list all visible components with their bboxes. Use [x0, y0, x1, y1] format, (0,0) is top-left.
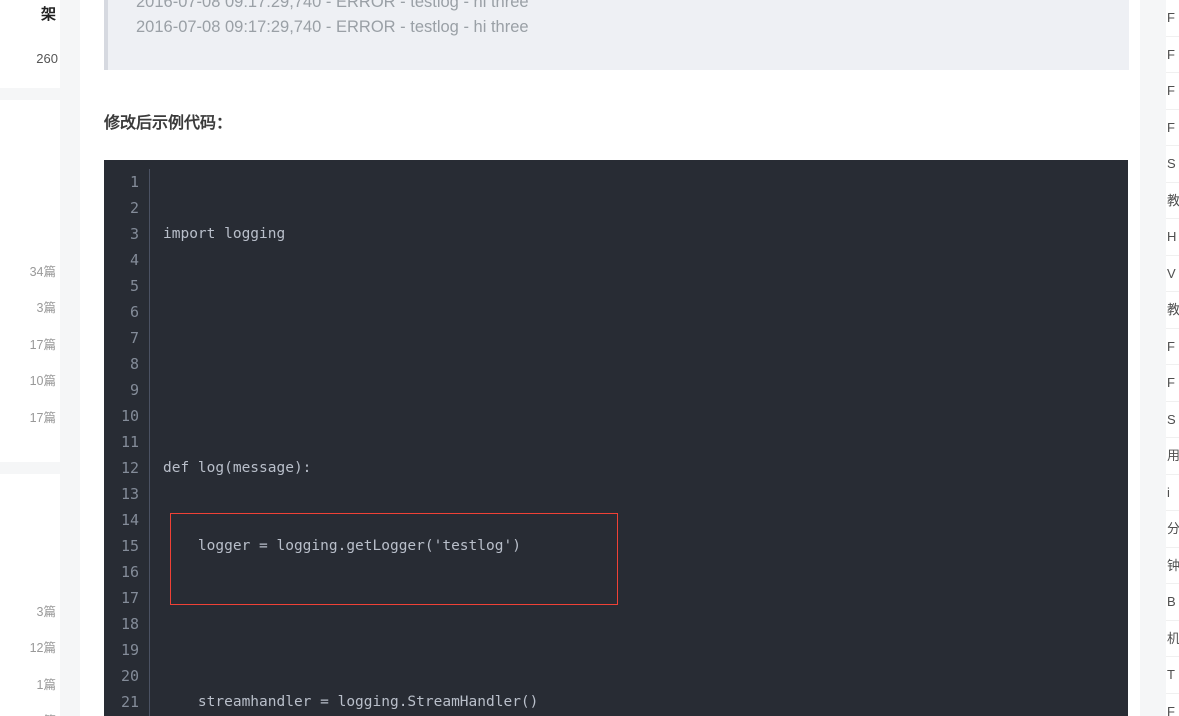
line-number: 4 — [129, 251, 139, 269]
line-number: 14 — [120, 511, 139, 529]
section-heading: 修改后示例代码： — [104, 115, 233, 132]
sidebar-category-item[interactable]: 1篇 — [0, 665, 60, 702]
article-body: 2016-07-08 09:17:29,740 - ERROR - testlo… — [80, 0, 1140, 716]
right-sidebar-item[interactable]: F — [1166, 110, 1179, 146]
line-number: 20 — [120, 667, 139, 685]
content-column: 2016-07-08 09:17:29,740 - ERROR - testlo… — [60, 0, 1160, 716]
code-block-inner: 1 2 3 4 5 6 7 8 9 10 11 12 13 14 15 16 1… — [104, 160, 1128, 716]
line-number: 16 — [120, 563, 139, 581]
right-sidebar-item[interactable]: 教 — [1166, 292, 1179, 329]
line-number: 9 — [129, 381, 139, 399]
right-sidebar-list: F F F F S 教 H V 教 F F S 用 i 分 钟 B 机 T F — [1166, 0, 1179, 716]
right-sidebar-item[interactable]: F — [1166, 365, 1179, 402]
right-sidebar-item[interactable]: V — [1166, 256, 1179, 292]
line-number: 12 — [120, 459, 139, 477]
line-number: 11 — [120, 433, 139, 451]
line-number: 6 — [129, 303, 139, 321]
sidebar-card-header-space-2 — [0, 474, 60, 592]
log-output-line: 2016-07-08 09:17:29,740 - ERROR - testlo… — [136, 18, 529, 36]
right-sidebar-item[interactable]: F — [1166, 37, 1179, 73]
code-gutter: 1 2 3 4 5 6 7 8 9 10 11 12 13 14 15 16 1… — [104, 169, 150, 716]
code-line: streamhandler = logging.StreamHandler() — [163, 694, 539, 710]
right-sidebar-item[interactable]: i — [1166, 475, 1179, 511]
right-sidebar-item[interactable]: 钟 — [1166, 548, 1179, 584]
line-number: 13 — [120, 485, 139, 503]
sidebar-category-item[interactable]: 3篇 — [0, 289, 60, 326]
line-number: 15 — [120, 537, 139, 555]
page-root: 架 260 34篇 3篇 17篇 10篇 17篇 3篇 12篇 1篇 6篇 2篇… — [0, 0, 1179, 716]
right-sidebar-item[interactable]: 机 — [1166, 621, 1179, 657]
code-lines: import logging def log(message): logger … — [150, 169, 1128, 716]
sidebar-stat-fragment: 260 — [36, 51, 58, 66]
right-sidebar-item[interactable]: F — [1166, 0, 1179, 37]
right-sidebar-item[interactable]: B — [1166, 584, 1179, 621]
sidebar-category-item[interactable]: 17篇 — [0, 325, 60, 362]
right-sidebar-item[interactable]: 教 — [1166, 183, 1179, 219]
sidebar-category-card-top: 34篇 3篇 17篇 10篇 17篇 — [0, 100, 60, 462]
line-number: 18 — [120, 615, 139, 633]
right-sidebar-item[interactable]: H — [1166, 219, 1179, 256]
right-sidebar-item[interactable]: T — [1166, 657, 1179, 694]
line-number: 17 — [120, 589, 139, 607]
line-number: 7 — [129, 329, 139, 347]
sidebar-category-item[interactable]: 17篇 — [0, 398, 60, 435]
line-number: 8 — [129, 355, 139, 373]
right-sidebar-item[interactable]: S — [1166, 146, 1179, 183]
line-number: 1 — [129, 173, 139, 191]
line-number: 10 — [120, 407, 139, 425]
right-sidebar: F F F F S 教 H V 教 F F S 用 i 分 钟 B 机 T F — [1160, 0, 1179, 716]
sidebar-category-item[interactable]: 10篇 — [0, 362, 60, 399]
line-number: 3 — [129, 225, 139, 243]
line-number: 5 — [129, 277, 139, 295]
sidebar-category-card-bottom: 3篇 12篇 1篇 6篇 2篇 — [0, 474, 60, 716]
right-sidebar-item[interactable]: F — [1166, 73, 1179, 110]
sidebar-category-item[interactable]: 6篇 — [0, 702, 60, 716]
line-number: 19 — [120, 641, 139, 659]
log-output-block: 2016-07-08 09:17:29,740 - ERROR - testlo… — [104, 0, 1129, 70]
sidebar-category-item[interactable]: 34篇 — [0, 252, 60, 289]
line-number: 21 — [120, 693, 139, 711]
sidebar-card-header-space — [0, 100, 60, 252]
line-number: 2 — [129, 199, 139, 217]
sidebar-category-item[interactable]: 3篇 — [0, 592, 60, 629]
code-block[interactable]: 1 2 3 4 5 6 7 8 9 10 11 12 13 14 15 16 1… — [104, 160, 1128, 716]
right-sidebar-item[interactable]: S — [1166, 402, 1179, 438]
left-sidebar: 架 260 34篇 3篇 17篇 10篇 17篇 3篇 12篇 1篇 6篇 2篇 — [0, 0, 60, 716]
sidebar-profile-card: 架 260 — [0, 0, 60, 88]
sidebar-title-fragment: 架 — [40, 6, 56, 23]
code-line: logger = logging.getLogger('testlog') — [163, 538, 521, 554]
sidebar-category-item[interactable]: 12篇 — [0, 629, 60, 666]
right-sidebar-item[interactable]: 分 — [1166, 511, 1179, 548]
right-sidebar-item[interactable]: 用 — [1166, 438, 1179, 475]
code-line: def log(message): — [163, 460, 312, 476]
log-output-line: 2016-07-08 09:17:29,740 - ERROR - testlo… — [136, 0, 529, 11]
code-line: import logging — [163, 226, 286, 242]
right-sidebar-item[interactable]: F — [1166, 694, 1179, 716]
right-sidebar-item[interactable]: F — [1166, 329, 1179, 365]
